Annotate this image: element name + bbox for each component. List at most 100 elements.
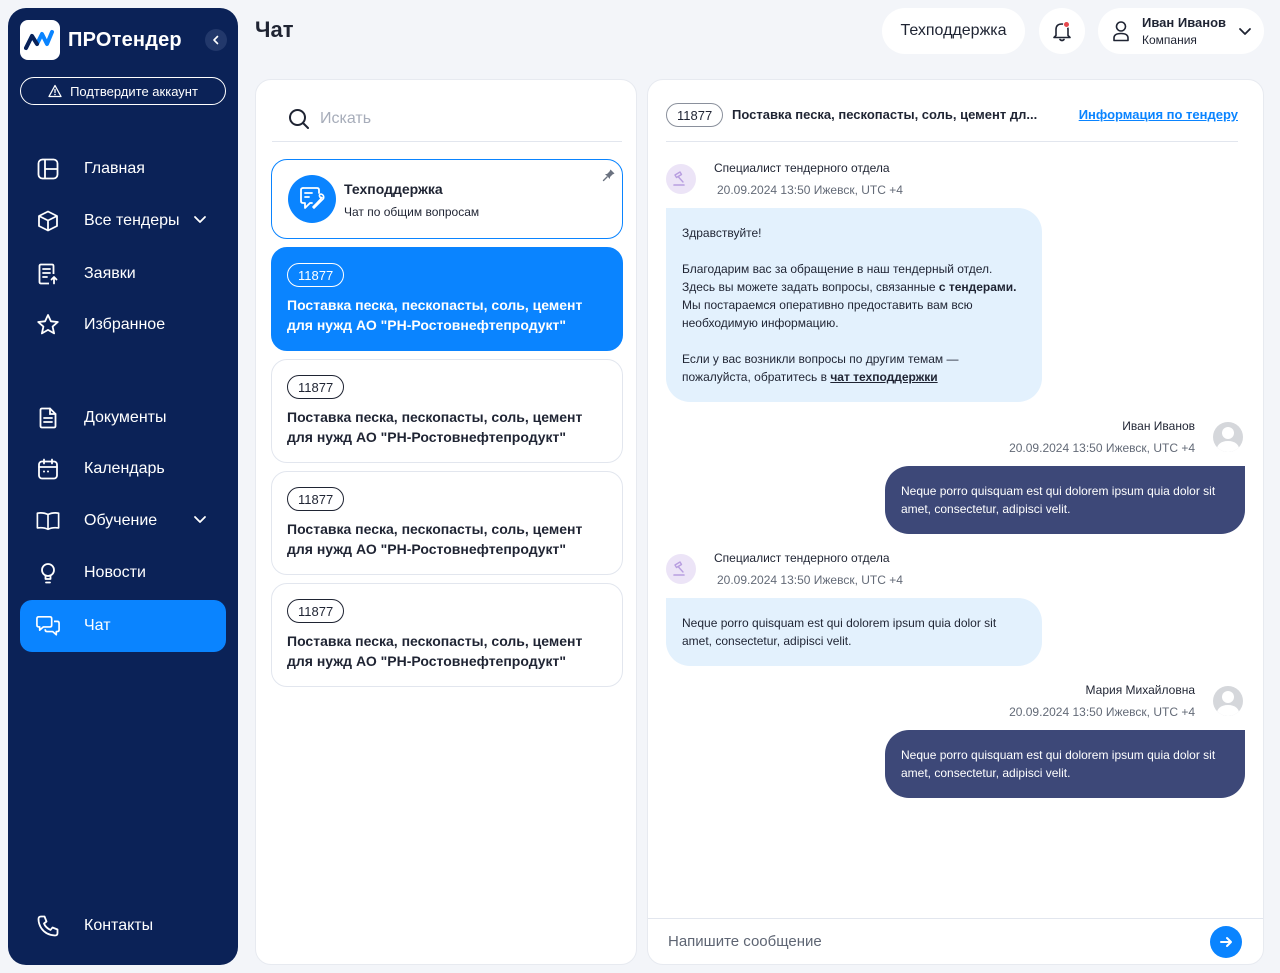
support-chat-card[interactable]: Техподдержка Чат по общим вопросам <box>271 159 623 239</box>
message-input[interactable]: Напишите сообщение <box>668 933 822 950</box>
cube-icon <box>36 209 60 233</box>
dashboard-icon <box>36 157 60 181</box>
send-icon <box>1220 937 1232 947</box>
user-company: Компания <box>1142 33 1197 47</box>
tender-id-badge: 11877 <box>287 375 345 399</box>
chat-list-panel: Искать Техподдержка Чат по общим вопроса… <box>255 79 637 965</box>
message-sender: Специалист тендерного отдела <box>714 551 890 565</box>
logo-icon <box>20 20 60 60</box>
message-bubble-outgoing: Neque porro quisquam est qui dolorem ips… <box>885 466 1245 534</box>
sidebar-item-label: Избранное <box>84 316 166 333</box>
chat-title: Поставка песка, пескопасты, соль, цемент… <box>732 107 1038 122</box>
tender-id-badge: 11877 <box>287 263 345 287</box>
tender-info-link[interactable]: Информация по тендеру <box>1079 107 1238 122</box>
sidebar-item-label: Заявки <box>84 265 136 282</box>
sidebar: ПРОтендер Подтвердите аккаунт Главная Вс… <box>8 8 238 965</box>
sidebar-item-learning[interactable]: Обучение <box>20 495 226 547</box>
sidebar-item-documents[interactable]: Документы <box>20 392 226 444</box>
tender-id-badge: 11877 <box>287 487 345 511</box>
support-icon <box>288 175 336 223</box>
sidebar-item-label: Контакты <box>84 917 154 934</box>
sidebar-item-contacts[interactable]: Контакты <box>20 900 226 952</box>
send-button[interactable] <box>1210 926 1242 958</box>
sidebar-item-label: Чат <box>84 617 111 634</box>
phone-icon <box>36 914 60 938</box>
sidebar-item-label: Документы <box>84 409 167 426</box>
support-chat-title: Техподдержка <box>344 181 443 197</box>
user-menu[interactable]: Иван Иванов Компания <box>1098 8 1264 54</box>
chat-header: 11877 Поставка песка, пескопасты, соль, … <box>666 102 1238 142</box>
chevron-down-icon <box>1239 28 1251 35</box>
confirm-account-label: Подтвердите аккаунт <box>70 83 198 99</box>
sidebar-item-favorites[interactable]: Избранное <box>20 299 226 351</box>
tender-chat-card[interactable]: 11877 Поставка песка, пескопасты, соль, … <box>271 471 623 575</box>
search-icon <box>289 108 309 129</box>
tender-id-badge: 11877 <box>287 599 345 623</box>
sidebar-item-label: Обучение <box>84 512 158 529</box>
message-sender: Специалист тендерного отдела <box>714 161 890 175</box>
calendar-icon <box>36 457 60 481</box>
message-bubble-incoming: Здравствуйте! Благодарим вас за обращени… <box>666 208 1042 402</box>
support-chat-link[interactable]: чат техподдержки <box>830 370 937 384</box>
message-text-bold: с тендерами. <box>938 280 1017 294</box>
sidebar-item-label: Главная <box>84 160 145 177</box>
warning-icon <box>48 84 62 98</box>
sidebar-item-news[interactable]: Новости <box>20 547 226 599</box>
tender-chat-card[interactable]: 11877 Поставка песка, пескопасты, соль, … <box>271 247 623 351</box>
message-bubble-outgoing: Neque porro quisquam est qui dolorem ips… <box>885 730 1245 798</box>
message-composer: Напишите сообщение <box>648 918 1263 964</box>
sidebar-item-all-tenders[interactable]: Все тендеры <box>20 195 226 247</box>
sidebar-item-calendar[interactable]: Календарь <box>20 443 226 495</box>
confirm-account-button[interactable]: Подтвердите аккаунт <box>20 77 226 105</box>
sidebar-item-applications[interactable]: Заявки <box>20 248 226 300</box>
user-icon <box>1113 21 1129 42</box>
message-paragraph: Если у вас возникли вопросы по другим те… <box>682 350 1026 386</box>
message-bubble-incoming: Neque porro quisquam est qui dolorem ips… <box>666 598 1042 666</box>
search-bar[interactable]: Искать <box>272 96 622 142</box>
specialist-avatar <box>666 164 696 194</box>
collapse-sidebar-button[interactable] <box>205 29 227 51</box>
book-icon <box>36 509 60 533</box>
sidebar-item-label: Все тендеры <box>84 212 180 229</box>
chevron-down-icon <box>194 216 206 223</box>
lightbulb-icon <box>36 561 60 585</box>
avatar <box>1213 422 1243 452</box>
tender-chat-card[interactable]: 11877 Поставка песка, пескопасты, соль, … <box>271 359 623 463</box>
sidebar-item-label: Новости <box>84 564 146 581</box>
search-input[interactable]: Искать <box>320 110 371 128</box>
message-time: 20.09.2024 13:50 Ижевск, UTC +4 <box>1009 441 1195 455</box>
document-icon <box>36 406 60 430</box>
tender-id-badge: 11877 <box>666 103 724 127</box>
sidebar-item-chat[interactable]: Чат <box>20 600 226 652</box>
message-sender: Мария Михайловна <box>1085 683 1195 697</box>
star-icon <box>36 313 60 337</box>
logo[interactable]: ПРОтендер <box>20 20 182 60</box>
tender-chat-card[interactable]: 11877 Поставка песка, пескопасты, соль, … <box>271 583 623 687</box>
chevron-left-icon <box>213 35 219 45</box>
chat-icon <box>36 614 60 638</box>
message-sender: Иван Иванов <box>1122 419 1195 433</box>
tender-title: Поставка песка, пескопасты, соль, цемент… <box>287 409 583 445</box>
tender-title: Поставка песка, пескопасты, соль, цемент… <box>287 633 583 669</box>
message-time: 20.09.2024 13:50 Ижевск, UTC +4 <box>717 573 903 587</box>
tender-title: Поставка песка, пескопасты, соль, цемент… <box>287 521 583 557</box>
support-chat-subtitle: Чат по общим вопросам <box>344 205 480 219</box>
user-name: Иван Иванов <box>1142 15 1227 30</box>
chevron-down-icon <box>194 516 206 523</box>
sidebar-item-home[interactable]: Главная <box>20 143 226 195</box>
bell-icon <box>1053 21 1071 42</box>
pin-icon <box>602 169 615 182</box>
tender-title: Поставка песка, пескопасты, соль, цемент… <box>287 297 583 333</box>
logo-text: ПРОтендер <box>68 28 182 51</box>
message-text: Здравствуйте! <box>682 226 762 240</box>
message-text: Мы постараемся оперативно предоставить в… <box>682 298 973 330</box>
chat-panel: 11877 Поставка песка, пескопасты, соль, … <box>647 79 1264 965</box>
application-icon <box>36 262 60 286</box>
message-time: 20.09.2024 13:50 Ижевск, UTC +4 <box>1009 705 1195 719</box>
avatar <box>1213 686 1243 716</box>
support-button[interactable]: Техподдержка <box>882 8 1025 54</box>
notifications-button[interactable] <box>1039 8 1085 54</box>
sidebar-item-label: Календарь <box>84 460 165 477</box>
message-time: 20.09.2024 13:50 Ижевск, UTC +4 <box>717 183 903 197</box>
specialist-avatar <box>666 554 696 584</box>
